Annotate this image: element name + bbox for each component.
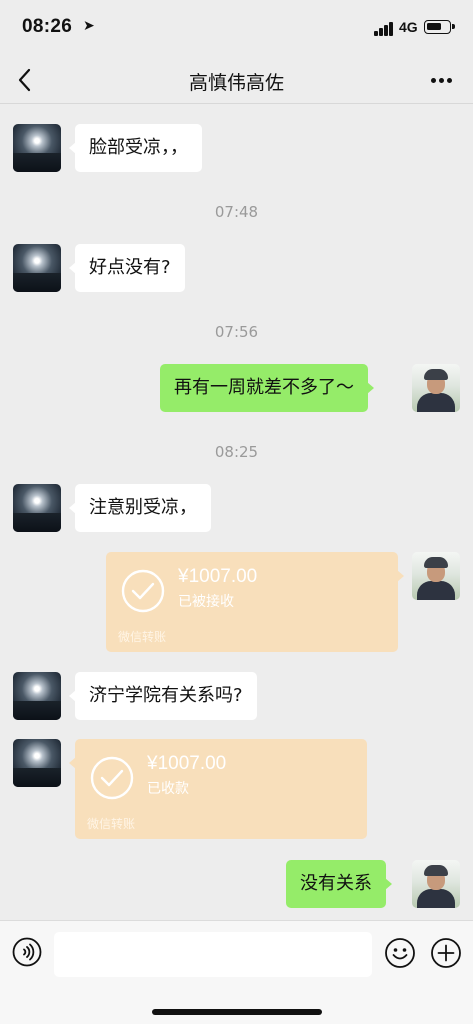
contact-avatar[interactable] bbox=[13, 244, 61, 292]
more-dots-icon[interactable] bbox=[431, 78, 453, 84]
my-avatar[interactable] bbox=[412, 552, 460, 600]
timestamp: 07:56 bbox=[214, 323, 259, 341]
contact-avatar[interactable] bbox=[13, 124, 61, 172]
chat-header: 高慎伟高佐 bbox=[0, 56, 473, 104]
message-sent[interactable]: 再有一周就差不多了～ bbox=[160, 364, 374, 412]
timestamp: 08:25 bbox=[214, 443, 259, 461]
location-arrow-icon: ➤ bbox=[83, 18, 95, 34]
check-circle-icon bbox=[121, 569, 165, 613]
battery-icon bbox=[424, 20, 455, 34]
check-circle-icon bbox=[90, 756, 134, 800]
voice-icon[interactable] bbox=[12, 937, 42, 967]
my-avatar[interactable] bbox=[412, 364, 460, 412]
message-received[interactable]: 脸部受凉，， bbox=[69, 124, 202, 172]
transfer-card-received[interactable]: ¥1007.00 已收款 微信转账 bbox=[69, 739, 367, 839]
transfer-footer: 微信转账 bbox=[87, 817, 136, 831]
chat-title: 高慎伟高佐 bbox=[188, 72, 284, 94]
status-time: 08:26 bbox=[22, 16, 73, 37]
plus-icon[interactable] bbox=[430, 937, 462, 969]
message-input[interactable] bbox=[54, 932, 372, 977]
timestamp: 07:48 bbox=[214, 203, 259, 221]
contact-avatar[interactable] bbox=[13, 739, 61, 787]
contact-avatar[interactable] bbox=[13, 484, 61, 532]
message-received[interactable]: 济宁学院有关系吗? bbox=[69, 672, 257, 720]
contact-avatar[interactable] bbox=[13, 672, 61, 720]
message-received[interactable]: 注意别受凉， bbox=[69, 484, 211, 532]
transfer-amount: ¥1007.00 bbox=[178, 566, 258, 587]
network-type: 4G bbox=[399, 19, 418, 35]
transfer-status: 已被接收 bbox=[178, 594, 234, 610]
status-bar: 08:26 ➤ 4G bbox=[0, 0, 473, 56]
emoji-icon[interactable] bbox=[384, 937, 416, 969]
signal-icon bbox=[374, 22, 394, 36]
transfer-card-sent[interactable]: ¥1007.00 已被接收 微信转账 bbox=[106, 552, 404, 652]
message-sent[interactable]: 没有关系 bbox=[286, 860, 392, 908]
home-indicator[interactable] bbox=[152, 1009, 322, 1015]
transfer-amount: ¥1007.00 bbox=[147, 753, 227, 774]
my-avatar[interactable] bbox=[412, 860, 460, 908]
transfer-status: 已收款 bbox=[147, 781, 189, 797]
transfer-footer: 微信转账 bbox=[118, 630, 167, 644]
message-received[interactable]: 好点没有? bbox=[69, 244, 185, 292]
